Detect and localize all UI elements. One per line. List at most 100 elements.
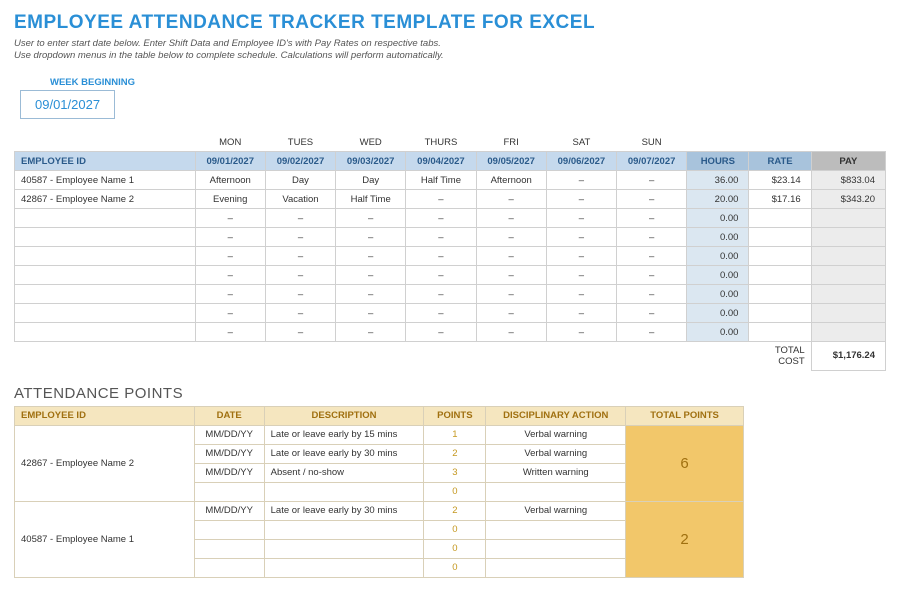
employee-id-cell[interactable] — [15, 285, 196, 304]
shift-cell[interactable]: – — [617, 190, 687, 209]
points-date-cell[interactable]: MM/DD/YY — [194, 425, 264, 444]
shift-cell[interactable]: – — [265, 209, 335, 228]
shift-cell[interactable]: – — [476, 266, 546, 285]
points-date-cell[interactable] — [194, 539, 264, 558]
points-description-cell[interactable]: Late or leave early by 15 mins — [264, 425, 424, 444]
points-date-cell[interactable] — [194, 558, 264, 577]
points-description-cell[interactable] — [264, 482, 424, 501]
shift-cell[interactable]: – — [476, 228, 546, 247]
shift-cell[interactable]: – — [265, 304, 335, 323]
shift-cell[interactable]: – — [336, 209, 406, 228]
shift-cell[interactable]: – — [546, 323, 616, 342]
shift-cell[interactable]: – — [617, 247, 687, 266]
points-description-cell[interactable] — [264, 558, 424, 577]
shift-cell[interactable]: – — [476, 209, 546, 228]
shift-cell[interactable]: – — [617, 171, 687, 190]
shift-cell[interactable]: Evening — [195, 190, 265, 209]
shift-cell[interactable]: – — [617, 323, 687, 342]
shift-cell[interactable]: – — [265, 323, 335, 342]
points-date-cell[interactable]: MM/DD/YY — [194, 444, 264, 463]
shift-cell[interactable]: – — [265, 247, 335, 266]
shift-cell[interactable]: – — [406, 247, 476, 266]
shift-cell[interactable]: – — [546, 190, 616, 209]
shift-cell[interactable]: – — [336, 304, 406, 323]
shift-cell[interactable]: Afternoon — [195, 171, 265, 190]
employee-id-cell[interactable] — [15, 247, 196, 266]
shift-cell[interactable]: – — [406, 304, 476, 323]
shift-cell[interactable]: – — [265, 285, 335, 304]
shift-cell[interactable]: – — [336, 247, 406, 266]
rate-cell — [749, 323, 811, 342]
shift-cell[interactable]: – — [406, 266, 476, 285]
shift-cell[interactable]: – — [546, 171, 616, 190]
header-date-3: 09/04/2027 — [406, 152, 476, 171]
shift-cell[interactable]: – — [546, 228, 616, 247]
shift-cell[interactable]: – — [406, 190, 476, 209]
employee-id-cell[interactable] — [15, 228, 196, 247]
shift-cell[interactable]: – — [476, 190, 546, 209]
hours-cell: 36.00 — [687, 171, 749, 190]
shift-cell[interactable]: – — [195, 323, 265, 342]
day-of-week-row: MON TUES WED THURS FRI SAT SUN — [15, 133, 886, 152]
shift-cell[interactable]: – — [336, 266, 406, 285]
shift-cell[interactable]: – — [195, 209, 265, 228]
points-description-cell[interactable]: Late or leave early by 30 mins — [264, 444, 424, 463]
employee-id-cell[interactable] — [15, 266, 196, 285]
shift-cell[interactable]: – — [336, 228, 406, 247]
rate-cell: $17.16 — [749, 190, 811, 209]
shift-cell[interactable]: Vacation — [265, 190, 335, 209]
shift-cell[interactable]: – — [265, 266, 335, 285]
points-description-cell[interactable]: Absent / no-show — [264, 463, 424, 482]
shift-cell[interactable]: – — [617, 285, 687, 304]
shift-cell[interactable]: – — [617, 228, 687, 247]
points-description-cell[interactable] — [264, 520, 424, 539]
shift-cell[interactable]: – — [406, 209, 476, 228]
employee-id-cell[interactable] — [15, 304, 196, 323]
shift-cell[interactable]: – — [546, 304, 616, 323]
shift-cell[interactable]: – — [476, 285, 546, 304]
shift-cell[interactable]: – — [195, 247, 265, 266]
pay-cell: $343.20 — [811, 190, 885, 209]
shift-cell[interactable]: – — [195, 304, 265, 323]
shift-cell[interactable]: – — [265, 228, 335, 247]
shift-cell[interactable]: – — [336, 285, 406, 304]
shift-cell[interactable]: – — [195, 266, 265, 285]
shift-cell[interactable]: Afternoon — [476, 171, 546, 190]
shift-cell[interactable]: – — [546, 266, 616, 285]
points-description-cell[interactable] — [264, 539, 424, 558]
hours-cell: 20.00 — [687, 190, 749, 209]
employee-id-cell[interactable] — [15, 209, 196, 228]
shift-cell[interactable]: – — [546, 209, 616, 228]
shift-cell[interactable]: – — [617, 266, 687, 285]
points-header-row: EMPLOYEE ID DATE DESCRIPTION POINTS DISC… — [15, 406, 744, 425]
shift-cell[interactable]: – — [336, 323, 406, 342]
instructions: User to enter start date below. Enter Sh… — [14, 38, 886, 63]
points-description-cell[interactable]: Late or leave early by 30 mins — [264, 501, 424, 520]
shift-cell[interactable]: – — [406, 285, 476, 304]
shift-cell[interactable]: Half Time — [406, 171, 476, 190]
shift-cell[interactable]: – — [617, 304, 687, 323]
shift-cell[interactable]: – — [546, 285, 616, 304]
employee-id-cell[interactable]: 42867 - Employee Name 2 — [15, 190, 196, 209]
employee-id-cell[interactable] — [15, 323, 196, 342]
points-date-cell[interactable] — [194, 520, 264, 539]
dow-thu: THURS — [406, 133, 476, 152]
points-date-cell[interactable] — [194, 482, 264, 501]
shift-cell[interactable]: – — [546, 247, 616, 266]
shift-cell[interactable]: – — [476, 247, 546, 266]
shift-cell[interactable]: – — [195, 285, 265, 304]
shift-cell[interactable]: – — [406, 228, 476, 247]
shift-cell[interactable]: Day — [265, 171, 335, 190]
shift-cell[interactable]: – — [617, 209, 687, 228]
week-beginning-input[interactable]: 09/01/2027 — [20, 90, 115, 119]
employee-id-cell[interactable]: 40587 - Employee Name 1 — [15, 171, 196, 190]
shift-cell[interactable]: – — [195, 228, 265, 247]
dow-tue: TUES — [265, 133, 335, 152]
shift-cell[interactable]: – — [406, 323, 476, 342]
points-date-cell[interactable]: MM/DD/YY — [194, 463, 264, 482]
shift-cell[interactable]: Day — [336, 171, 406, 190]
shift-cell[interactable]: – — [476, 323, 546, 342]
points-date-cell[interactable]: MM/DD/YY — [194, 501, 264, 520]
shift-cell[interactable]: Half Time — [336, 190, 406, 209]
shift-cell[interactable]: – — [476, 304, 546, 323]
